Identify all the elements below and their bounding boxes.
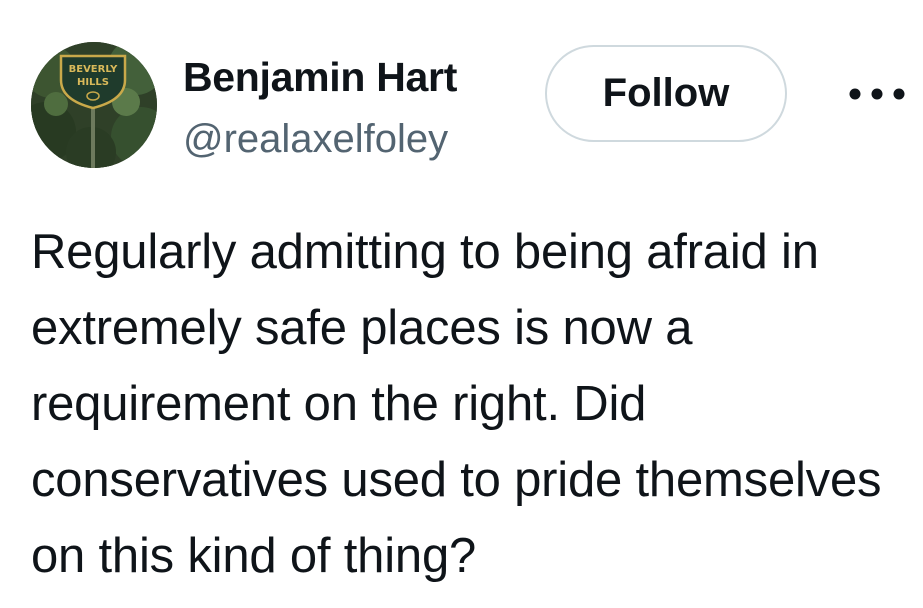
beverly-hills-sign-image: BEVERLY HILLS — [31, 42, 157, 168]
avatar[interactable]: BEVERLY HILLS — [31, 42, 157, 168]
more-options-button[interactable] — [842, 70, 912, 118]
svg-text:HILLS: HILLS — [77, 77, 109, 88]
author-handle[interactable]: @realaxelfoley — [183, 114, 448, 164]
svg-text:BEVERLY: BEVERLY — [69, 64, 119, 75]
tweet-text: Regularly admitting to being afraid in e… — [31, 225, 882, 583]
more-horizontal-icon — [849, 88, 905, 100]
author-display-name[interactable]: Benjamin Hart — [183, 52, 457, 102]
follow-button[interactable]: Follow — [545, 45, 787, 142]
